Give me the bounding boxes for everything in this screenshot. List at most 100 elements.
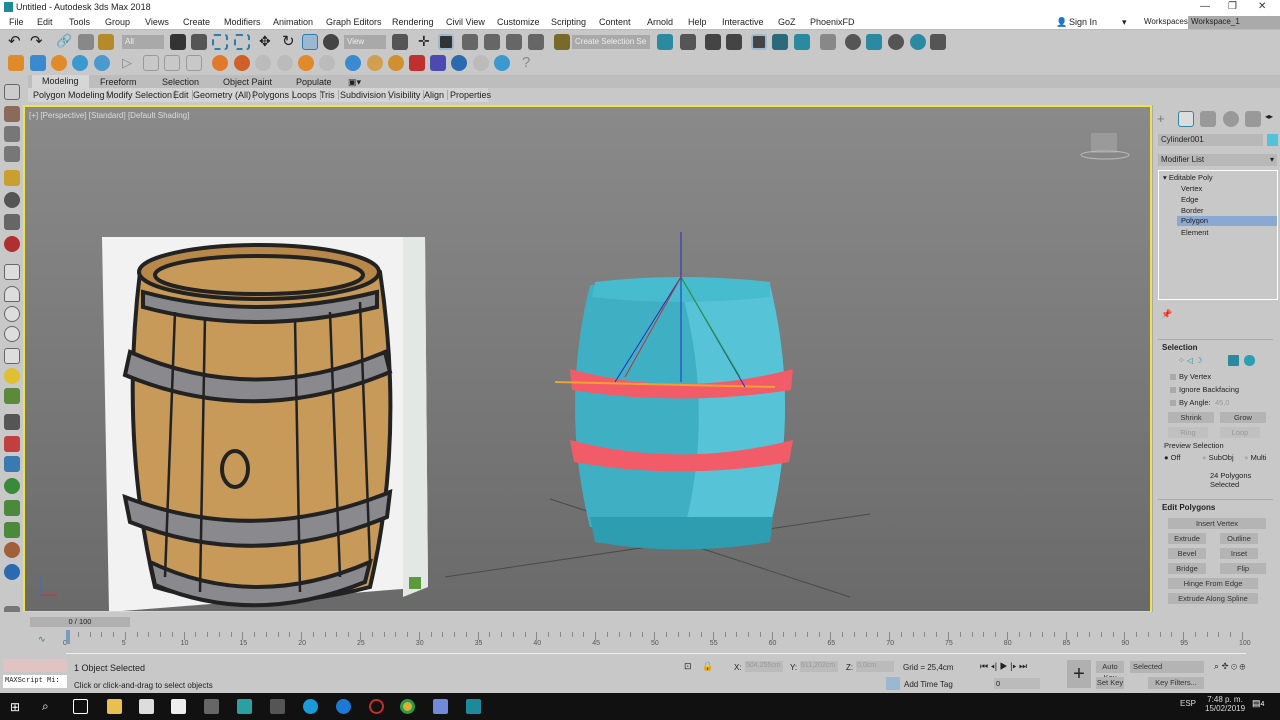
- undo-icon[interactable]: ↶: [8, 32, 21, 50]
- select-manipulate-icon[interactable]: ✛: [418, 33, 430, 50]
- sign-in-button[interactable]: Sign In: [1069, 17, 1097, 27]
- help-icon[interactable]: ?: [522, 54, 530, 71]
- close-button[interactable]: ✕: [1258, 1, 1266, 12]
- stop-sim-icon[interactable]: [164, 55, 180, 71]
- delete-cache-icon[interactable]: [186, 55, 202, 71]
- pause-sim-icon[interactable]: [143, 55, 159, 71]
- maya-icon[interactable]: [237, 699, 252, 714]
- display-tab-icon[interactable]: [1245, 111, 1261, 127]
- polygon-mode-icon[interactable]: [1228, 355, 1239, 366]
- menu-graph-editors[interactable]: Graph Editors: [326, 17, 382, 27]
- menu-phoenixfd[interactable]: PhoenixFD: [810, 17, 855, 27]
- menu-interactive[interactable]: Interactive: [722, 17, 764, 27]
- bind-space-warp-icon[interactable]: [98, 34, 114, 50]
- scale-icon[interactable]: [302, 34, 318, 50]
- paint-icon[interactable]: [4, 192, 20, 208]
- tab-populate[interactable]: Populate: [296, 77, 332, 87]
- tab-object-paint[interactable]: Object Paint: [223, 77, 272, 87]
- cloth-icon[interactable]: [4, 214, 20, 230]
- start-icon[interactable]: ⊞: [10, 700, 20, 714]
- select-object-icon[interactable]: [170, 34, 186, 50]
- menu-tools[interactable]: Tools: [69, 17, 90, 27]
- fire-source-icon[interactable]: [212, 55, 228, 71]
- smoke-icon[interactable]: [255, 55, 271, 71]
- minimize-button[interactable]: —: [1200, 1, 1210, 12]
- go-to-start-icon[interactable]: ⏮: [980, 661, 988, 671]
- layer-explorer-icon[interactable]: [726, 34, 742, 50]
- maxscript-listener-output[interactable]: [3, 659, 67, 672]
- edit-named-selection-icon[interactable]: [554, 34, 570, 50]
- play-icon[interactable]: ▶: [1000, 661, 1008, 671]
- fire-preset-icon[interactable]: [51, 55, 67, 71]
- drain-icon[interactable]: [451, 55, 467, 71]
- language-indicator[interactable]: ESP: [1180, 699, 1196, 708]
- sign-in-dropdown-icon[interactable]: ▾: [1122, 17, 1127, 28]
- phoenix-fire-icon[interactable]: [8, 55, 24, 71]
- rock-icon[interactable]: [4, 542, 20, 558]
- globe-icon[interactable]: [4, 478, 20, 494]
- curve-editor-mini-icon[interactable]: ∿: [38, 634, 46, 645]
- pour-icon[interactable]: [388, 55, 404, 71]
- curve-editor-icon[interactable]: [772, 34, 788, 50]
- scene-explorer-side-icon[interactable]: [4, 126, 20, 142]
- schematic-view-icon[interactable]: [794, 34, 810, 50]
- tool-icon[interactable]: [4, 436, 20, 452]
- stack-element[interactable]: Element: [1181, 228, 1209, 237]
- element-mode-icon[interactable]: [1244, 355, 1255, 366]
- extrude-along-spline-button[interactable]: Extrude Along Spline: [1168, 593, 1258, 604]
- panel-geometry-all[interactable]: Geometry (All): [193, 90, 256, 100]
- time-tag-icon[interactable]: [886, 677, 900, 690]
- menu-customize[interactable]: Customize: [497, 17, 540, 27]
- shrink-button[interactable]: Shrink: [1168, 412, 1214, 423]
- store-icon[interactable]: [139, 699, 154, 714]
- ocean-icon[interactable]: [494, 55, 510, 71]
- insert-vertex-button[interactable]: Insert Vertex: [1168, 518, 1266, 529]
- vertex-edge-border-mode-icons[interactable]: ⁘ ◁ ☽: [1178, 356, 1202, 365]
- y-coord-field[interactable]: 611,202cm: [800, 661, 838, 672]
- cloud-icon[interactable]: [319, 55, 335, 71]
- lock-selection-icon[interactable]: 🔒: [702, 661, 713, 672]
- select-by-name-icon[interactable]: [191, 34, 207, 50]
- phoenix-liquid-icon[interactable]: [30, 55, 46, 71]
- wind-icon[interactable]: [277, 55, 293, 71]
- notifications-icon[interactable]: ▤4: [1252, 698, 1264, 709]
- tree-icon[interactable]: [4, 522, 20, 538]
- tab-modeling[interactable]: Modeling: [32, 75, 89, 88]
- ocean-preset-icon[interactable]: [72, 55, 88, 71]
- panel-visibility[interactable]: Visibility: [388, 90, 425, 100]
- particles-icon[interactable]: [94, 55, 110, 71]
- panel-align[interactable]: Align: [424, 90, 449, 100]
- menu-modifiers[interactable]: Modifiers: [224, 17, 261, 27]
- bridge-button[interactable]: Bridge: [1168, 563, 1206, 574]
- move-icon[interactable]: ✥: [259, 33, 271, 50]
- preview-subobj-radio[interactable]: ● SubObj: [1202, 453, 1234, 462]
- container-icon[interactable]: [430, 55, 446, 71]
- snaps-toggle-icon[interactable]: [462, 34, 478, 50]
- discord-icon[interactable]: [433, 699, 448, 714]
- liquid-source-icon[interactable]: [345, 55, 361, 71]
- viewport-navigation-icons[interactable]: ⌕ ✥ ⊙ ⊕: [1214, 661, 1245, 672]
- pin-stack-icon[interactable]: 📌: [1161, 309, 1172, 319]
- object-name-field[interactable]: Cylinder001: [1158, 134, 1263, 146]
- flip-button[interactable]: Flip: [1220, 563, 1266, 574]
- render-production-icon[interactable]: [888, 34, 904, 50]
- chrome-icon[interactable]: [400, 699, 415, 714]
- link-icon[interactable]: 🔗: [56, 33, 72, 49]
- panel-modify-selection[interactable]: Modify Selection: [106, 90, 177, 100]
- tab-freeform[interactable]: Freeform: [100, 77, 137, 87]
- list-icon[interactable]: [4, 146, 20, 162]
- stack-editable-poly[interactable]: ▾ Editable Poly: [1163, 173, 1213, 182]
- go-to-end-icon[interactable]: ⏭: [1019, 661, 1027, 671]
- file-explorer-icon[interactable]: [107, 699, 122, 714]
- ribbon-toggle-icon[interactable]: [751, 34, 767, 50]
- menu-file[interactable]: File: [9, 17, 24, 27]
- menu-rendering[interactable]: Rendering: [392, 17, 434, 27]
- current-frame-field[interactable]: 0: [994, 678, 1040, 689]
- viewport-icon[interactable]: [4, 106, 20, 122]
- skype-icon[interactable]: [303, 699, 318, 714]
- splash-icon[interactable]: [409, 55, 425, 71]
- bevel-button[interactable]: Bevel: [1168, 548, 1206, 559]
- outline-button[interactable]: Outline: [1220, 533, 1258, 544]
- panel-subdivision[interactable]: Subdivision: [340, 90, 391, 100]
- key-mode-select[interactable]: Selected: [1130, 661, 1204, 673]
